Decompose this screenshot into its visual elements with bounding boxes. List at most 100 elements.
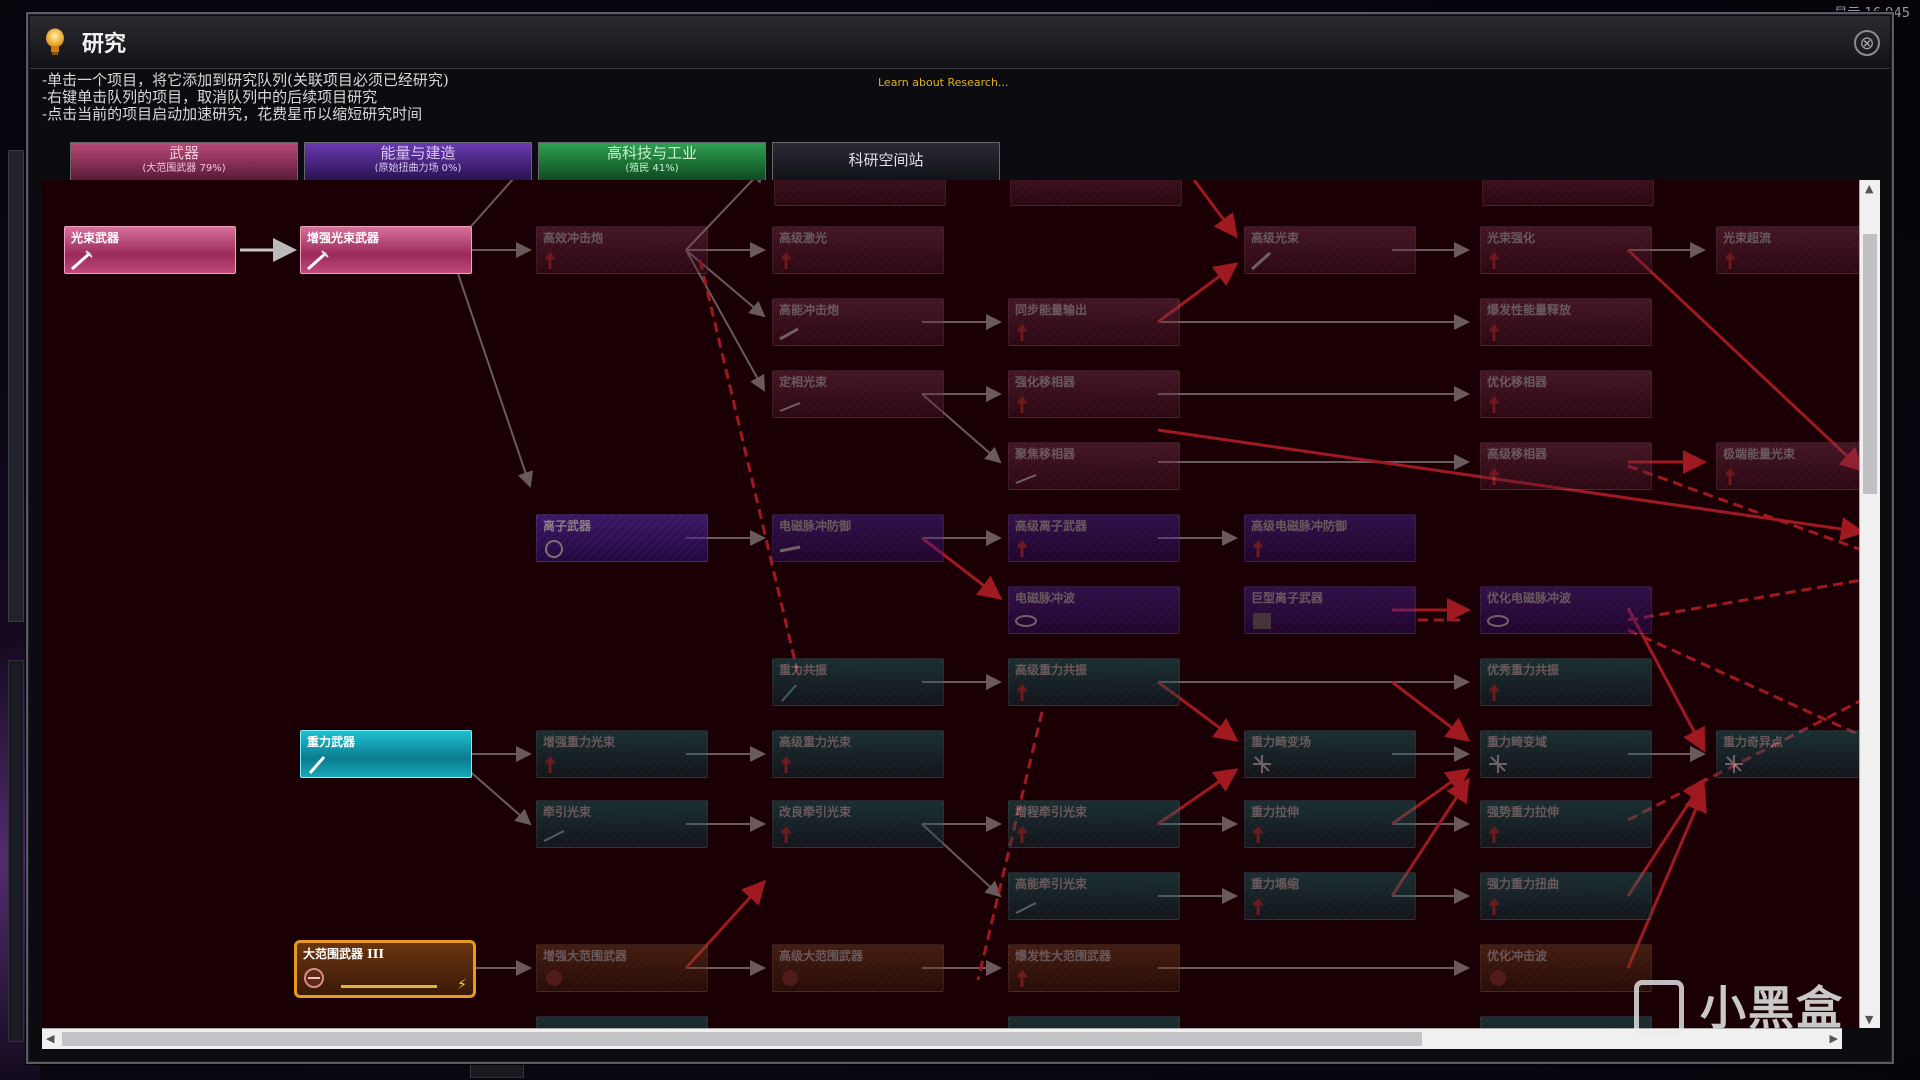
- tab-hightech-industry[interactable]: 高科技与工业 (殖民 41%): [538, 142, 766, 180]
- aoe-weapon-icon: [302, 967, 326, 989]
- research-node-gravity-singularity[interactable]: 重力奇异点: [1716, 730, 1862, 778]
- research-node-advanced-aoe[interactable]: 高级大范围武器: [772, 944, 944, 992]
- research-node-gravity-resonance[interactable]: 重力共振: [772, 658, 944, 706]
- research-node-enhanced-laser[interactable]: 增强光束武器: [300, 226, 472, 274]
- research-node-focus-phaser[interactable]: 聚焦移相器: [1008, 442, 1180, 490]
- upgrade-arrow-icon: [1486, 321, 1510, 343]
- research-node-strong-gravity-twist[interactable]: 强力重力扭曲: [1480, 872, 1652, 920]
- node-label: 改良牵引光束: [779, 805, 852, 819]
- bottom-tab-stub: [470, 1062, 524, 1078]
- scroll-up-arrow-icon[interactable]: ▲: [1865, 182, 1873, 195]
- research-node-beam-boost[interactable]: 光束强化: [1480, 226, 1652, 274]
- research-node-advanced-gravity-resonance[interactable]: 高级重力共振: [1008, 658, 1180, 706]
- beam-weapon-icon: [306, 249, 330, 271]
- research-node-giant-ion[interactable]: 巨型离子武器: [1244, 586, 1416, 634]
- tab-energy-construction[interactable]: 能量与建造 (原始扭曲力场 0%): [304, 142, 532, 180]
- title-bar[interactable]: 研究 ⊗: [30, 16, 1890, 69]
- close-button[interactable]: ⊗: [1854, 30, 1880, 56]
- research-node-tractor-beam[interactable]: 牵引光束: [536, 800, 708, 848]
- horizontal-scrollbar[interactable]: ◀ ▶: [42, 1028, 1842, 1049]
- research-node-hidden[interactable]: [1482, 180, 1654, 206]
- research-node-gravity-pull[interactable]: 重力拉伸: [1244, 800, 1416, 848]
- research-node-high-power-cannon[interactable]: 高能冲击炮: [772, 298, 944, 346]
- research-node-gravity-warp-domain[interactable]: 重力畸变域: [1480, 730, 1652, 778]
- node-label: 光束武器: [71, 231, 120, 245]
- research-node-gravity-weapon[interactable]: 重力武器: [300, 730, 472, 778]
- scroll-down-arrow-icon[interactable]: ▼: [1865, 1013, 1873, 1026]
- beam-weapon-icon: [70, 249, 94, 271]
- node-label: 重力塌缩: [1251, 877, 1300, 891]
- upgrade-arrow-icon: [1014, 681, 1038, 703]
- research-node-burst-energy[interactable]: 爆发性能量释放: [1480, 298, 1652, 346]
- beam-weapon-icon: [1014, 465, 1038, 487]
- tractor-beam-icon: [1014, 895, 1038, 917]
- research-node-burst-aoe[interactable]: 爆发性大范围武器: [1008, 944, 1180, 992]
- research-tree[interactable]: 光束武器 增强光束武器 高效冲击炮 高级激光 高级光束 光束强化 光束超流 高能…: [42, 180, 1862, 1028]
- node-label: 高级激光: [779, 231, 828, 245]
- research-node-advanced-ion[interactable]: 高级离子武器: [1008, 514, 1180, 562]
- learn-about-research-link[interactable]: Learn about Research...: [878, 76, 1008, 89]
- node-label: 牵引光束: [543, 805, 592, 819]
- research-node-laser[interactable]: 光束武器: [64, 226, 236, 274]
- research-node-high-power-tractor[interactable]: 高能牵引光束: [1008, 872, 1180, 920]
- node-label: 强力重力扭曲: [1487, 877, 1560, 891]
- research-node-gravity-collapse[interactable]: 重力塌缩: [1244, 872, 1416, 920]
- research-node-enhanced-phaser[interactable]: 强化移相器: [1008, 370, 1180, 418]
- research-node-hidden[interactable]: [774, 180, 946, 206]
- research-node-extended-tractor[interactable]: 增程牵引光束: [1008, 800, 1180, 848]
- node-label: 光束强化: [1487, 231, 1536, 245]
- research-node-extreme-energy-beam[interactable]: 极端能量光束: [1716, 442, 1862, 490]
- watermark-logo-icon: [1634, 980, 1684, 1036]
- tab-label: 科研空间站: [848, 151, 924, 169]
- research-progress-bar: [341, 985, 437, 988]
- research-node-hidden[interactable]: [1010, 180, 1182, 206]
- singularity-icon: [1486, 753, 1510, 775]
- upgrade-arrow-icon: [778, 249, 802, 271]
- research-node-advanced-gravity-beam[interactable]: 高级重力光束: [772, 730, 944, 778]
- research-node-optimized-emp[interactable]: 优化电磁脉冲波: [1480, 586, 1652, 634]
- node-label: 定相光束: [779, 375, 828, 389]
- horizontal-scroll-thumb[interactable]: [62, 1032, 1422, 1046]
- vertical-scrollbar[interactable]: ▲ ▼: [1859, 180, 1880, 1028]
- upgrade-arrow-icon: [1486, 823, 1510, 845]
- research-node-sync-energy[interactable]: 同步能量输出: [1008, 298, 1180, 346]
- research-node-gravity-warp-field[interactable]: 重力畸变场: [1244, 730, 1416, 778]
- research-node-efficient-cannon[interactable]: 高效冲击炮: [536, 226, 708, 274]
- scroll-left-arrow-icon[interactable]: ◀: [46, 1032, 54, 1045]
- research-node-advanced-phaser[interactable]: 高级移相器: [1480, 442, 1652, 490]
- research-node-enhanced-gravity-beam[interactable]: 增强重力光束: [536, 730, 708, 778]
- left-sidebar-strip: [8, 150, 24, 622]
- research-node-emp-defense[interactable]: 电磁脉冲防御: [772, 514, 944, 562]
- research-node-strong-gravity-pull[interactable]: 强势重力拉伸: [1480, 800, 1652, 848]
- research-node-beam-surge[interactable]: 光束超流: [1716, 226, 1862, 274]
- research-node-optimized-phaser[interactable]: 优化移相器: [1480, 370, 1652, 418]
- research-node-superior-gravity-resonance[interactable]: 优秀重力共振: [1480, 658, 1652, 706]
- research-node-improved-tractor[interactable]: 改良牵引光束: [772, 800, 944, 848]
- upgrade-arrow-icon: [1014, 393, 1038, 415]
- research-node-phase-beam[interactable]: 定相光束: [772, 370, 944, 418]
- research-node-hidden[interactable]: [1480, 1016, 1652, 1028]
- node-label: 巨型离子武器: [1251, 591, 1324, 605]
- research-node-advanced-emp-defense[interactable]: 高级电磁脉冲防御: [1244, 514, 1416, 562]
- research-node-enhanced-aoe[interactable]: 增强大范围武器: [536, 944, 708, 992]
- tab-research-station[interactable]: 科研空间站: [772, 142, 1000, 180]
- upgrade-arrow-icon: [1014, 537, 1038, 559]
- node-label: 重力畸变域: [1487, 735, 1548, 749]
- upgrade-arrow-icon: [1014, 823, 1038, 845]
- node-label: 爆发性大范围武器: [1015, 949, 1112, 963]
- tab-weapons[interactable]: 武器 (大范围武器 79%): [70, 142, 298, 180]
- vertical-scroll-thumb[interactable]: [1863, 234, 1877, 494]
- research-node-ion-weapon[interactable]: 离子武器: [536, 514, 708, 562]
- research-node-optimized-shockwave[interactable]: 优化冲击波: [1480, 944, 1652, 992]
- research-node-emp-wave[interactable]: 电磁脉冲波: [1008, 586, 1180, 634]
- upgrade-arrow-icon: [1250, 823, 1274, 845]
- research-node-advanced-beam[interactable]: 高级光束: [1244, 226, 1416, 274]
- node-label: 聚焦移相器: [1015, 447, 1076, 461]
- research-node-hidden[interactable]: [1008, 1016, 1180, 1028]
- research-node-aoe-weapon-current[interactable]: 大范围武器 III ⚡: [294, 940, 476, 998]
- research-node-advanced-laser[interactable]: 高级激光: [772, 226, 944, 274]
- lightning-icon[interactable]: ⚡: [457, 977, 467, 993]
- node-label: 增强光束武器: [307, 231, 380, 245]
- research-node-hidden[interactable]: [536, 1016, 708, 1028]
- beam-weapon-icon: [778, 393, 802, 415]
